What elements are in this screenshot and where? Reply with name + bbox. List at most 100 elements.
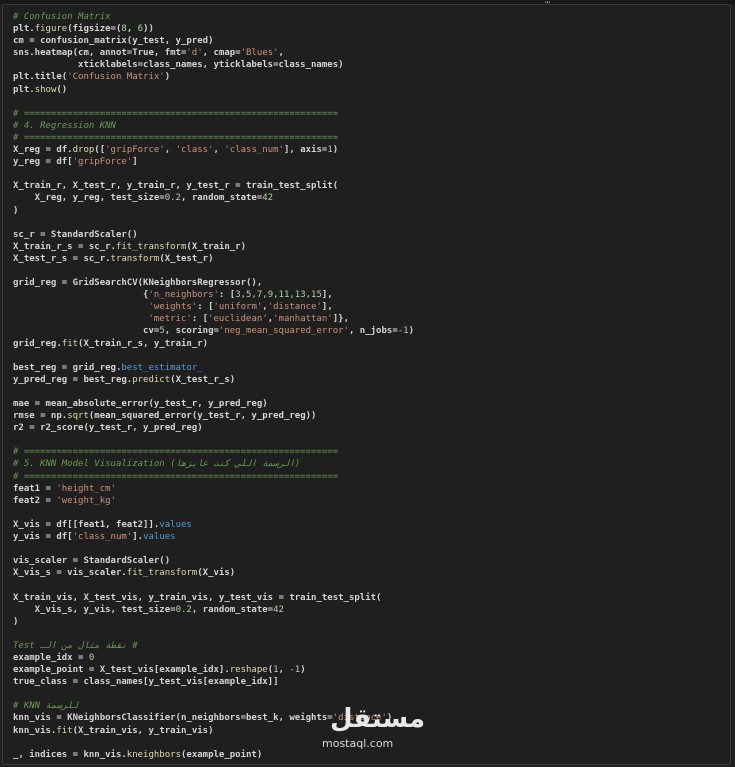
code-token: fit bbox=[56, 725, 73, 736]
code-line[interactable]: X_vis_s, y_vis, test_size=0.2, random_st… bbox=[13, 604, 414, 616]
code-token: 'distance' bbox=[267, 302, 322, 313]
code-token: 'uniform' bbox=[213, 302, 263, 313]
code-token: y_pred_reg = best_reg. bbox=[13, 374, 133, 385]
code-line[interactable] bbox=[13, 168, 414, 180]
code-line[interactable]: sc_r = StandardScaler() bbox=[13, 229, 414, 241]
code-token: 'height_cm' bbox=[56, 483, 116, 494]
code-line[interactable]: X_reg = df.drop(['gripForce', 'class', '… bbox=[13, 144, 414, 156]
code-line[interactable]: sns.heatmap(cm, annot=True, fmt='d', cma… bbox=[13, 47, 414, 59]
code-line[interactable] bbox=[13, 96, 414, 108]
code-token: example_idx = bbox=[13, 652, 89, 663]
code-line[interactable]: # ======================================… bbox=[13, 108, 414, 120]
code-token: X_test_r_s = sc_r. bbox=[13, 253, 111, 264]
code-line[interactable] bbox=[13, 507, 414, 519]
code-line[interactable]: X_vis_s = vis_scaler.fit_transform(X_vis… bbox=[13, 567, 414, 579]
code-token: show bbox=[34, 84, 57, 95]
code-block[interactable]: # Confusion Matrix plt.figure(figsize=(8,… bbox=[13, 11, 414, 761]
code-token: ] bbox=[132, 157, 138, 168]
code-line[interactable] bbox=[13, 543, 414, 555]
code-line[interactable]: # Confusion Matrix bbox=[13, 11, 414, 23]
code-line[interactable]: example_idx = 0 bbox=[13, 652, 414, 664]
code-token: 'gripForce' bbox=[105, 145, 165, 156]
code-token: 0.2 bbox=[175, 604, 192, 615]
code-line[interactable]: cv=5, scoring='neg_mean_squared_error', … bbox=[13, 325, 414, 337]
code-token: 'class' bbox=[175, 145, 214, 156]
code-token: fit_transform bbox=[115, 241, 187, 252]
code-line[interactable]: plt.title('Confusion Matrix') bbox=[13, 71, 414, 83]
code-line[interactable] bbox=[13, 265, 414, 277]
code-line[interactable]: true_class = class_names[y_test_vis[exam… bbox=[13, 676, 414, 688]
code-line[interactable]: # 5. KNN Model Visualization (الرسمة الل… bbox=[13, 458, 414, 470]
code-token: ) bbox=[13, 616, 19, 627]
code-line[interactable]: # ======================================… bbox=[13, 132, 414, 144]
code-line[interactable]: X_test_r_s = sc_r.transform(X_test_r) bbox=[13, 253, 414, 265]
code-token: plt. bbox=[13, 24, 35, 35]
code-line[interactable]: # نقطة مثال من الـ Test bbox=[13, 640, 414, 652]
code-token: best_estimator_ bbox=[121, 362, 203, 373]
code-line[interactable]: rmse = np.sqrt(mean_squared_error(y_test… bbox=[13, 410, 414, 422]
code-line[interactable]: mae = mean_absolute_error(y_test_r, y_pr… bbox=[13, 398, 414, 410]
code-token: (X_test_r_s) bbox=[170, 374, 236, 385]
code-token: # 5. KNN Model Visualization (الرسمة الل… bbox=[13, 459, 301, 470]
code-line[interactable]: {'n_neighbors': [3,5,7,9,11,13,15], bbox=[13, 289, 414, 301]
code-line[interactable]: vis_scaler = StandardScaler() bbox=[13, 555, 414, 567]
code-line[interactable]: plt.figure(figsize=(8, 6)) bbox=[13, 23, 414, 35]
code-line[interactable] bbox=[13, 434, 414, 446]
code-line[interactable] bbox=[13, 350, 414, 362]
code-token: 42 bbox=[262, 193, 274, 204]
code-token: best_reg = grid_reg. bbox=[13, 362, 122, 373]
code-line[interactable]: r2 = r2_score(y_test_r, y_pred_reg) bbox=[13, 422, 414, 434]
code-line[interactable]: # ======================================… bbox=[13, 446, 414, 458]
code-token: true_class = class_names[y_test_vis[exam… bbox=[13, 677, 279, 688]
code-line[interactable]: X_reg, y_reg, test_size=0.2, random_stat… bbox=[13, 192, 414, 204]
code-line[interactable]: feat2 = 'weight_kg' bbox=[13, 495, 414, 507]
code-token: # ======================================… bbox=[13, 108, 339, 119]
code-line[interactable]: best_reg = grid_reg.best_estimator_ bbox=[13, 362, 414, 374]
code-line[interactable] bbox=[13, 386, 414, 398]
code-token: 'class_num' bbox=[72, 532, 133, 543]
code-token: X_reg = df. bbox=[13, 145, 73, 156]
code-token: transform bbox=[110, 253, 160, 264]
code-line[interactable] bbox=[13, 688, 414, 700]
code-line[interactable]: grid_reg = GridSearchCV(KNeighborsRegres… bbox=[13, 277, 414, 289]
code-token: figure bbox=[34, 24, 68, 35]
code-token: : [ bbox=[218, 290, 236, 301]
code-token: ]}, bbox=[332, 314, 349, 325]
code-line[interactable]: y_vis = df['class_num'].values bbox=[13, 531, 414, 543]
code-line[interactable]: ) bbox=[13, 205, 414, 217]
code-line[interactable]: feat1 = 'height_cm' bbox=[13, 483, 414, 495]
code-line[interactable]: xticklabels=class_names, yticklabels=cla… bbox=[13, 59, 414, 71]
code-token: 'weight_kg' bbox=[56, 495, 116, 506]
code-line[interactable]: X_vis = df[[feat1, feat2]].values bbox=[13, 519, 414, 531]
code-line[interactable]: X_train_vis, X_test_vis, y_train_vis, y_… bbox=[13, 592, 414, 604]
code-line[interactable]: y_reg = df['gripForce'] bbox=[13, 156, 414, 168]
code-line[interactable] bbox=[13, 579, 414, 591]
code-line[interactable] bbox=[13, 217, 414, 229]
code-line[interactable]: # 4. Regression KNN bbox=[13, 120, 414, 132]
code-token: 'n_neighbors' bbox=[148, 290, 219, 301]
code-token: 'metric' bbox=[148, 314, 192, 325]
code-token: r2 = r2_score(y_test_r, y_pred_reg) bbox=[13, 423, 203, 434]
code-line[interactable]: 'weights': ['uniform','distance'], bbox=[13, 301, 414, 313]
code-line[interactable]: 'metric': ['euclidean','manhattan']}, bbox=[13, 313, 414, 325]
code-line[interactable]: grid_reg.fit(X_train_r_s, y_train_r) bbox=[13, 338, 414, 350]
code-line[interactable]: cm = confusion_matrix(y_test, y_pred) bbox=[13, 35, 414, 47]
code-token: sns.heatmap(cm, annot=True, fmt= bbox=[13, 48, 187, 59]
code-token: ) bbox=[332, 145, 339, 156]
code-line[interactable]: plt.show() bbox=[13, 84, 414, 96]
code-line[interactable] bbox=[13, 628, 414, 640]
code-token: X_train_vis, X_test_vis, y_train_vis, y_… bbox=[13, 592, 382, 603]
code-token: sc_r = StandardScaler() bbox=[13, 229, 138, 240]
code-line[interactable]: y_pred_reg = best_reg.predict(X_test_r_s… bbox=[13, 374, 414, 386]
mostaql-watermark: مستقل mostaql.com bbox=[318, 704, 425, 754]
code-line[interactable]: X_train_r, X_test_r, y_train_r, y_test_r… bbox=[13, 180, 414, 192]
code-line[interactable]: X_train_r_s = sc_r.fit_transform(X_train… bbox=[13, 241, 414, 253]
code-token: X_vis_s, y_vis, test_size= bbox=[13, 604, 176, 615]
code-line[interactable]: ) bbox=[13, 616, 414, 628]
code-line[interactable]: # ======================================… bbox=[13, 471, 414, 483]
code-line[interactable]: example_point = X_test_vis[example_idx].… bbox=[13, 664, 414, 676]
code-token: fit bbox=[61, 338, 79, 349]
code-editor-panel[interactable]: # Confusion Matrix plt.figure(figsize=(8,… bbox=[2, 4, 731, 765]
code-token: fit_transform bbox=[126, 568, 198, 579]
code-token: 'd' bbox=[186, 48, 203, 59]
